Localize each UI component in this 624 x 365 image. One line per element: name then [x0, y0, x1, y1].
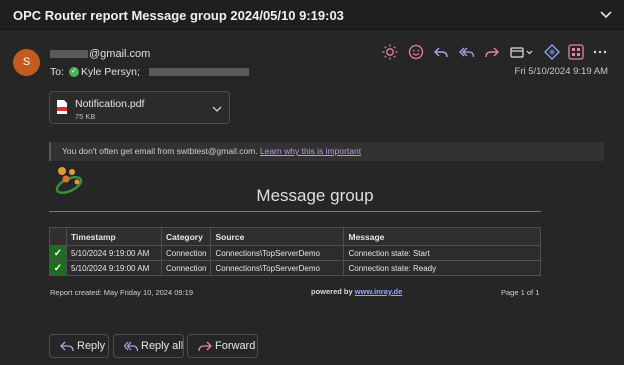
- opc-router-logo: [52, 164, 88, 200]
- forward-button[interactable]: Forward: [187, 334, 258, 358]
- checkmark-icon: ✓: [53, 247, 63, 259]
- powered-by-label: powered by: [311, 287, 353, 296]
- column-header-source: Source: [210, 227, 345, 246]
- cell-message: Connection state: Ready: [343, 260, 541, 276]
- report-created: Report created: May Friday 10, 2024 09:1…: [50, 288, 193, 297]
- cell-message: Connection state: Start: [343, 245, 541, 261]
- view-options-icon[interactable]: [509, 43, 535, 61]
- redacted-text: [50, 50, 88, 59]
- reply-label: Reply: [77, 340, 106, 352]
- page-indicator: Page 1 of 1: [501, 288, 540, 297]
- cell-timestamp: 5/10/2024 9:19:00 AM: [66, 245, 162, 261]
- forward-icon: [198, 341, 212, 352]
- more-options-icon[interactable]: [591, 43, 609, 61]
- smiley-icon[interactable]: [407, 43, 425, 61]
- checkmark-icon: ✓: [53, 262, 63, 274]
- recipient-name[interactable]: Kyle Persyn;: [81, 66, 140, 78]
- learn-more-link[interactable]: Learn why this is important: [260, 146, 361, 156]
- column-header-timestamp: Timestamp: [66, 227, 162, 246]
- table-header-row: Timestamp Category Source Message: [49, 227, 541, 246]
- table-row: ✓ 5/10/2024 9:19:00 AM Connection Connec…: [49, 260, 541, 276]
- table-row: ✓ 5/10/2024 9:19:00 AM Connection Connec…: [49, 245, 541, 261]
- sun-icon[interactable]: [381, 43, 399, 61]
- status-cell: ✓: [49, 260, 67, 276]
- reply-icon: [60, 341, 74, 352]
- reply-all-icon: [124, 341, 138, 352]
- cell-source: Connections\TopServerDemo: [210, 245, 345, 261]
- check-circle-icon: ✓: [68, 67, 79, 78]
- pdf-file-icon: [57, 100, 67, 114]
- cell-timestamp: 5/10/2024 9:19:00 AM: [66, 260, 162, 276]
- chevron-down-icon[interactable]: [211, 102, 223, 114]
- reply-all-button[interactable]: Reply all: [113, 334, 184, 358]
- cell-category: Connection: [160, 245, 212, 261]
- column-header-category: Category: [160, 227, 212, 246]
- email-subject: OPC Router report Message group 2024/05/…: [13, 8, 344, 23]
- cell-source: Connections\TopServerDemo: [210, 260, 345, 276]
- chevron-down-icon[interactable]: [598, 6, 614, 22]
- attachment-name: Notification.pdf: [75, 98, 145, 110]
- reply-all-label: Reply all: [141, 340, 184, 352]
- attachment-size: 75 KB: [75, 112, 96, 121]
- reply-icon[interactable]: [432, 43, 450, 61]
- title-bar: OPC Router report Message group 2024/05/…: [0, 0, 624, 30]
- recipient-line: To: ✓ Kyle Persyn;: [50, 66, 250, 78]
- reply-button[interactable]: Reply: [49, 334, 109, 358]
- sender-email-domain: @gmail.com: [89, 48, 151, 60]
- column-header-message: Message: [343, 227, 541, 246]
- divider: [49, 211, 541, 212]
- report-table: Timestamp Category Source Message ✓ 5/10…: [49, 227, 541, 276]
- powered-by: powered by www.inray.de: [311, 287, 402, 296]
- reply-all-icon[interactable]: [458, 43, 476, 61]
- cell-category: Connection: [160, 260, 212, 276]
- received-date: Fri 5/10/2024 9:19 AM: [514, 66, 608, 77]
- avatar[interactable]: S: [13, 49, 40, 76]
- notice-text: You don't often get email from swtbtest@…: [62, 146, 258, 156]
- status-column-header: [49, 227, 67, 246]
- report-title: Message group: [256, 186, 374, 205]
- external-sender-notice: You don't often get email from swtbtest@…: [49, 142, 604, 161]
- redacted-text: [148, 68, 249, 77]
- attachment-card[interactable]: Notification.pdf 75 KB: [49, 91, 230, 124]
- inray-link[interactable]: www.inray.de: [355, 287, 403, 296]
- sender-address[interactable]: @gmail.com: [50, 48, 150, 60]
- apps-icon[interactable]: [567, 43, 585, 61]
- copilot-icon[interactable]: [543, 43, 561, 61]
- status-cell: ✓: [49, 245, 67, 261]
- forward-label: Forward: [215, 340, 256, 352]
- forward-icon[interactable]: [483, 43, 501, 61]
- to-label: To:: [50, 66, 65, 78]
